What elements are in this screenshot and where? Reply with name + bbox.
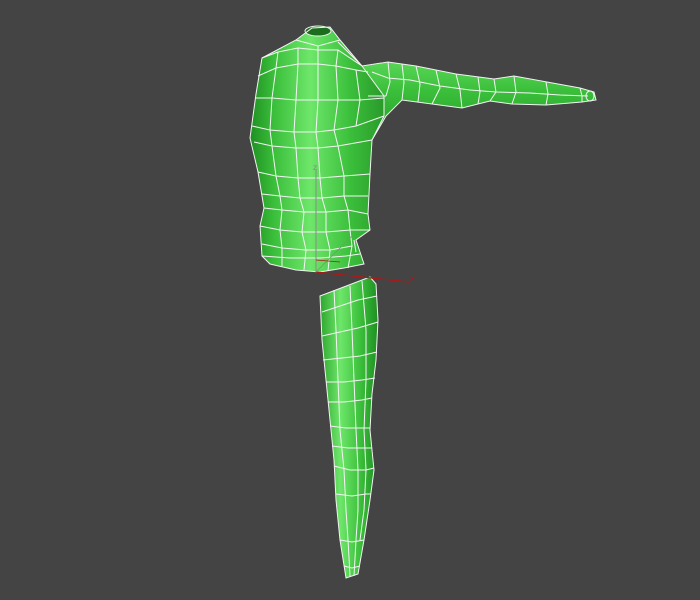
torso-mesh[interactable]	[249, 25, 597, 273]
viewport-canvas[interactable]: x z	[0, 0, 700, 600]
z-axis-label: z	[313, 163, 317, 172]
x-axis-label: x	[410, 274, 415, 283]
3d-viewport[interactable]: x z	[0, 0, 700, 600]
